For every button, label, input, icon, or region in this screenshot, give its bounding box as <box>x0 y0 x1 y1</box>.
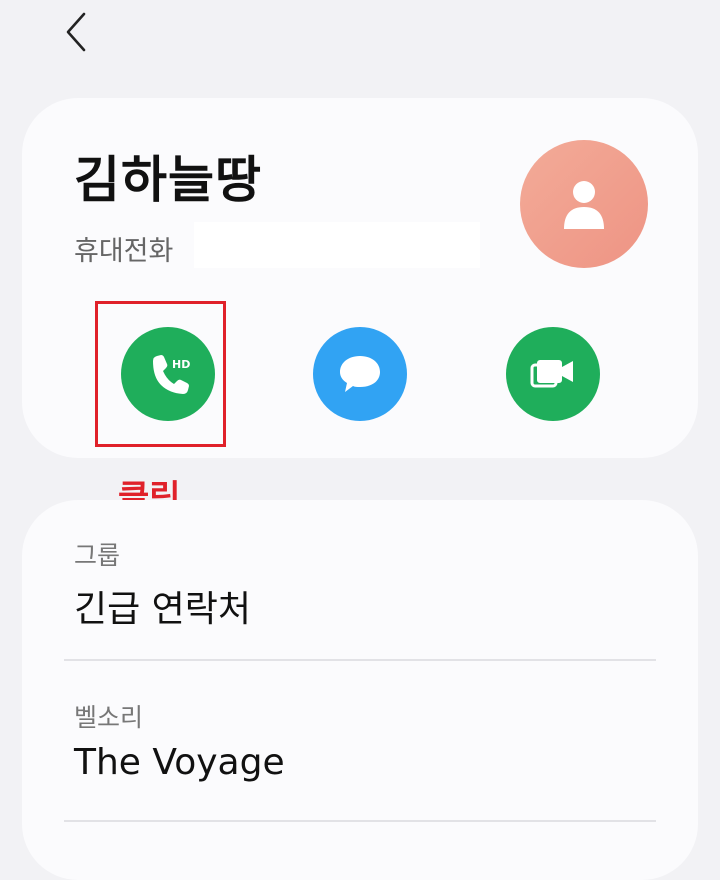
ringtone-row[interactable]: 벨소리 The Voyage <box>74 698 654 783</box>
phone-number-redacted <box>194 222 480 268</box>
group-label: 그룹 <box>74 541 121 570</box>
ringtone-label: 벨소리 <box>74 703 144 732</box>
contact-name: 김하늘땅 <box>74 151 262 209</box>
person-icon <box>564 181 604 229</box>
group-value: 긴급 연락처 <box>74 589 252 630</box>
back-button[interactable] <box>52 6 100 58</box>
message-button[interactable] <box>313 327 407 421</box>
divider <box>64 659 656 661</box>
chevron-left-icon <box>66 12 86 52</box>
video-call-button[interactable] <box>506 327 600 421</box>
phone-label: 휴대전화 <box>74 236 174 267</box>
highlight-box <box>95 301 226 447</box>
group-row[interactable]: 그룹 긴급 연락처 <box>74 536 654 632</box>
message-icon <box>340 356 380 392</box>
video-call-icon <box>530 360 573 388</box>
divider <box>64 820 656 822</box>
avatar[interactable] <box>520 140 648 268</box>
details-card: 그룹 긴급 연락처 벨소리 The Voyage <box>22 500 698 880</box>
ringtone-value: The Voyage <box>74 742 285 783</box>
